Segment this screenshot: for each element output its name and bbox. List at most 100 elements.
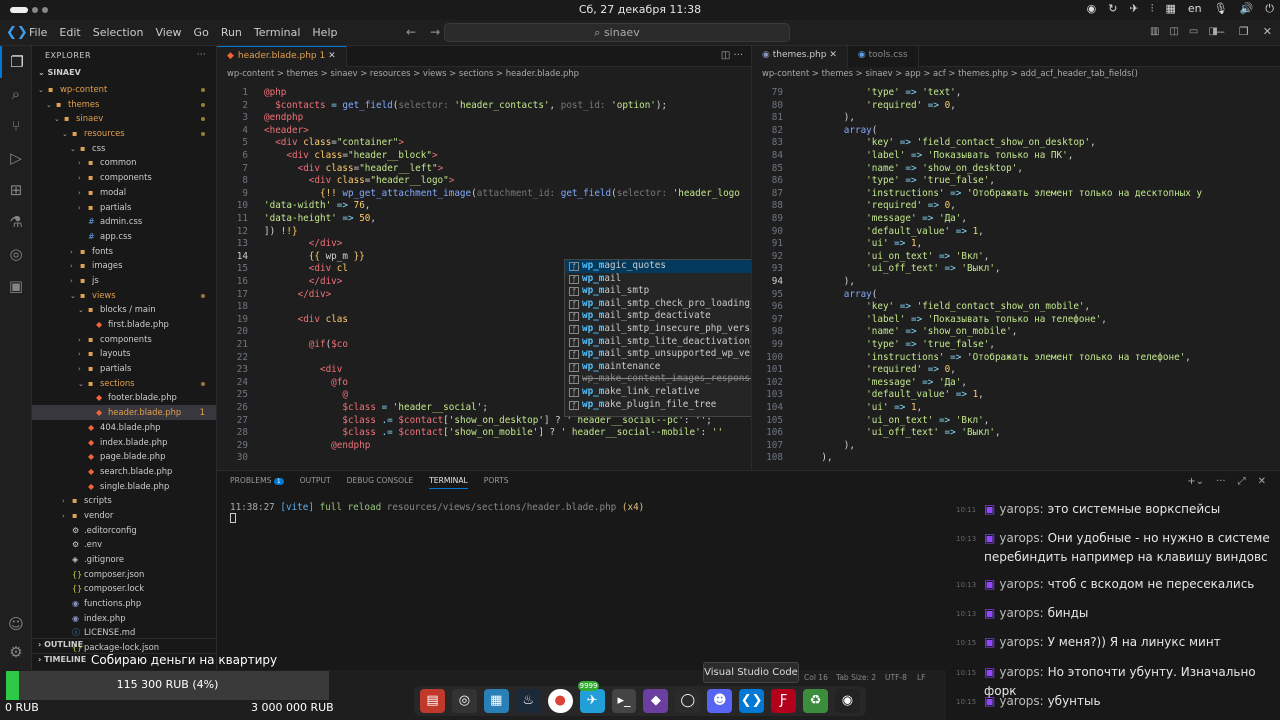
- code-line[interactable]: @endphp: [264, 112, 303, 123]
- code-area-right[interactable]: 79 'type' => 'text', 80 'required' => 0, 8…: [752, 82, 1280, 470]
- code-line[interactable]: 'type' => 'true_false',: [799, 175, 995, 186]
- panel-tab-output[interactable]: OUTPUT: [300, 476, 331, 489]
- filezilla-icon[interactable]: Ƒ: [771, 689, 797, 713]
- tree-folder[interactable]: ⌄ ▪ blocks / main: [32, 302, 216, 317]
- tree-file[interactable]: ◆ single.blade.php: [32, 479, 216, 494]
- code-line[interactable]: @php: [264, 87, 286, 98]
- code-line[interactable]: 'ui' => 1,: [799, 238, 922, 249]
- tree-folder[interactable]: › ▪ fonts: [32, 244, 216, 259]
- tree-folder[interactable]: › ▪ js: [32, 273, 216, 288]
- breadcrumb-right[interactable]: wp-content > themes > sinaev > app > acf…: [752, 67, 1280, 81]
- obs-icon[interactable]: ◉: [1087, 2, 1097, 16]
- steam-icon[interactable]: ♨: [515, 689, 541, 713]
- command-center[interactable]: ⌕ sinaev: [444, 23, 790, 42]
- tree-folder[interactable]: › ▪ partials: [32, 361, 216, 376]
- code-line[interactable]: 'name' => 'show_on_mobile',: [799, 326, 1017, 337]
- code-line[interactable]: 'key' => 'field_contact_show_on_mobile',: [799, 301, 1090, 312]
- tree-file[interactable]: ◆ index.blade.php: [32, 435, 216, 450]
- code-line[interactable]: 'instructions' => 'Отображать элемент то…: [799, 188, 1202, 199]
- tree-file[interactable]: ◆ page.blade.php: [32, 449, 216, 464]
- tree-folder[interactable]: › ▪ modal: [32, 185, 216, 200]
- code-line[interactable]: 'ui_off_text' => 'Выкл',: [799, 427, 1000, 438]
- panel-tab-terminal[interactable]: TERMINAL: [429, 476, 468, 489]
- code-line[interactable]: <div clas: [264, 314, 348, 325]
- search-view-icon[interactable]: ⌕: [0, 78, 32, 110]
- close-tab-icon[interactable]: ✕: [829, 50, 837, 60]
- menu-file[interactable]: File: [29, 26, 47, 39]
- tab-header-blade[interactable]: ◆ header.blade.php 1 ✕: [217, 46, 347, 67]
- menu-run[interactable]: Run: [221, 26, 242, 39]
- code-line[interactable]: </div>: [264, 276, 343, 287]
- code-line[interactable]: <div class="container">: [264, 137, 404, 148]
- tree-file[interactable]: {} composer.lock: [32, 581, 216, 596]
- code-line[interactable]: <div class="header__block">: [264, 150, 437, 161]
- power-icon[interactable]: ⏻: [1265, 2, 1274, 16]
- project-root[interactable]: ⌄ SINAEV: [32, 66, 216, 82]
- tree-file[interactable]: ◆ 404.blade.php: [32, 420, 216, 435]
- vscode-dock-icon[interactable]: ❮❯: [739, 689, 765, 713]
- tree-folder[interactable]: ⌄ ▪ views: [32, 288, 216, 303]
- discord-icon[interactable]: ☻: [707, 689, 733, 713]
- code-line[interactable]: 'instructions' => 'Отображать элемент то…: [799, 352, 1191, 363]
- tree-file[interactable]: # admin.css: [32, 214, 216, 229]
- code-line[interactable]: 'default_value' => 1,: [799, 226, 984, 237]
- panel-tab-debug-console[interactable]: DEBUG CONSOLE: [347, 476, 414, 489]
- breadcrumb[interactable]: wp-content > themes > sinaev > resources…: [217, 67, 751, 81]
- code-line[interactable]: @endphp: [264, 440, 370, 451]
- code-line[interactable]: 'key' => 'field_contact_show_on_desktop'…: [799, 137, 1096, 148]
- mixer-icon[interactable]: ⫶: [1151, 2, 1154, 16]
- layout-split-icon[interactable]: ◫: [1169, 26, 1178, 37]
- code-line[interactable]: 'ui' => 1,: [799, 402, 922, 413]
- terminal-icon[interactable]: ▸_: [611, 689, 637, 713]
- code-line[interactable]: </div>: [264, 289, 332, 300]
- tab-themes-php[interactable]: ◉ themes.php ✕: [752, 46, 848, 67]
- code-line[interactable]: 'required' => 0,: [799, 100, 956, 111]
- forward-icon[interactable]: →: [430, 25, 440, 39]
- code-line[interactable]: 'required' => 0,: [799, 200, 956, 211]
- code-line[interactable]: </div>: [264, 238, 343, 249]
- code-line[interactable]: 'type' => 'text',: [799, 87, 961, 98]
- tree-file[interactable]: ◉ index.php: [32, 611, 216, 626]
- remote-icon[interactable]: ◎: [0, 238, 32, 270]
- tree-folder[interactable]: ⌄ ▪ css: [32, 141, 216, 156]
- files-icon[interactable]: ▤: [420, 689, 445, 713]
- layout-sidebar-icon[interactable]: ▥: [1150, 26, 1159, 37]
- code-line[interactable]: ),: [799, 112, 855, 123]
- code-line[interactable]: $class = 'header__social';: [264, 402, 488, 413]
- code-line[interactable]: 'label' => 'Показывать только на ПК',: [799, 150, 1073, 161]
- code-line[interactable]: 'required' => 0,: [799, 364, 956, 375]
- github-icon[interactable]: ◯: [675, 689, 701, 713]
- restore-icon[interactable]: ❐: [1239, 25, 1249, 38]
- close-icon[interactable]: ✕: [1263, 25, 1272, 38]
- code-line[interactable]: $class .= $contact['show_on_mobile'] ? '…: [264, 427, 723, 438]
- code-line[interactable]: ),: [799, 440, 855, 451]
- encoding[interactable]: UTF-8: [885, 673, 907, 682]
- panel-tab-ports[interactable]: PORTS: [484, 476, 509, 489]
- tree-folder[interactable]: ⌄ ▪ wp-content: [32, 82, 216, 97]
- tree-file[interactable]: ⚙ .editorconfig: [32, 523, 216, 538]
- tree-folder[interactable]: ⌄ ▪ sinaev: [32, 111, 216, 126]
- eol[interactable]: LF: [917, 673, 926, 682]
- code-line[interactable]: $contacts = get_field(selector: 'header_…: [264, 100, 667, 111]
- code-line[interactable]: {{ wp_m }}: [264, 251, 365, 262]
- tree-folder[interactable]: › ▪ partials: [32, 200, 216, 215]
- tree-file[interactable]: {} composer.json: [32, 567, 216, 582]
- code-line[interactable]: 'data-width' => 76,: [264, 200, 370, 211]
- code-line[interactable]: @fo: [264, 377, 348, 388]
- testing-icon[interactable]: ⚗: [0, 206, 32, 238]
- source-control-icon[interactable]: ⑂: [0, 110, 32, 142]
- code-line[interactable]: @if($co: [264, 339, 348, 350]
- code-line[interactable]: ),: [799, 452, 832, 463]
- run-debug-icon[interactable]: ▷: [0, 142, 32, 174]
- tree-folder[interactable]: › ▪ layouts: [32, 346, 216, 361]
- telegram-icon[interactable]: ✈: [1130, 2, 1139, 16]
- tree-folder[interactable]: › ▪ common: [32, 155, 216, 170]
- menu-go[interactable]: Go: [194, 26, 209, 39]
- code-line[interactable]: 'label' => 'Показывать только на телефон…: [799, 314, 1107, 325]
- update-icon[interactable]: ↻: [1108, 2, 1117, 16]
- keyboard-icon[interactable]: ▦: [1165, 2, 1175, 16]
- layout-panel-icon[interactable]: ▭: [1189, 26, 1198, 37]
- tree-file[interactable]: ◈ .gitignore: [32, 552, 216, 567]
- obs-dock-icon[interactable]: ◉: [834, 689, 860, 713]
- docker-icon[interactable]: ▣: [0, 270, 32, 302]
